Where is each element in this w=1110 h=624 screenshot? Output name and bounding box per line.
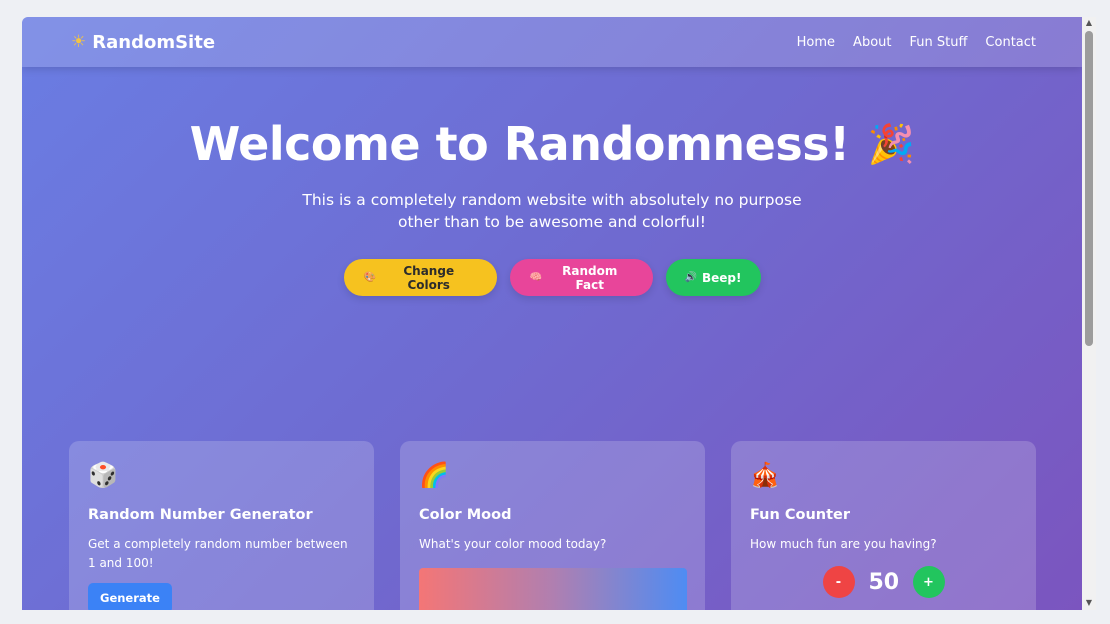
palette-icon: 🎨: [363, 272, 376, 283]
hero-title: Welcome to Randomness!: [189, 117, 851, 171]
random-fact-label: Random Fact: [562, 263, 618, 292]
hero-button-row: 🎨 Change Colors 🧠 Random Fact 🔊 Beep!: [22, 259, 1082, 296]
circus-tent-icon: 🎪: [750, 461, 780, 489]
scrollbar-thumb[interactable]: [1085, 31, 1093, 346]
card-color-mood: 🌈 Color Mood What's your color mood toda…: [400, 441, 705, 610]
generate-button[interactable]: Generate: [88, 583, 172, 610]
nav-links: Home About Fun Stuff Contact: [797, 35, 1036, 50]
counter-value: 50: [868, 569, 900, 595]
hero-section: Welcome to Randomness! 🎉 This is a compl…: [22, 117, 1082, 296]
dice-icon: 🎲: [88, 461, 118, 489]
brain-icon: 🧠: [529, 272, 542, 283]
hero-heading: Welcome to Randomness! 🎉: [190, 117, 915, 171]
nav-link-contact[interactable]: Contact: [985, 35, 1036, 50]
color-mood-swatch[interactable]: [419, 568, 687, 610]
brand-name: RandomSite: [92, 31, 216, 53]
nav-link-about[interactable]: About: [853, 35, 891, 50]
rainbow-icon: 🌈: [419, 461, 449, 489]
speaker-icon: 🔊: [684, 272, 697, 283]
increment-button[interactable]: +: [912, 566, 945, 598]
random-fact-button[interactable]: 🧠 Random Fact: [509, 259, 653, 296]
beep-label: Beep!: [701, 270, 742, 285]
beep-button[interactable]: 🔊 Beep!: [665, 259, 761, 296]
card-title: Fun Counter: [750, 507, 851, 523]
navbar: ☀ RandomSite Home About Fun Stuff Contac…: [22, 17, 1082, 67]
card-text: Get a completely random number between 1…: [88, 537, 348, 570]
card-fun-counter: 🎪 Fun Counter How much fun are you havin…: [731, 441, 1036, 610]
brand-logo[interactable]: ☀ RandomSite: [71, 32, 215, 53]
party-popper-icon: 🎉: [867, 121, 915, 166]
change-colors-button[interactable]: 🎨 Change Colors: [343, 259, 497, 296]
nav-link-fun-stuff[interactable]: Fun Stuff: [909, 35, 967, 50]
nav-link-home[interactable]: Home: [797, 35, 835, 50]
sun-icon: ☀: [71, 32, 87, 52]
card-text: How much fun are you having?: [750, 537, 937, 551]
browser-viewport: ☀ RandomSite Home About Fun Stuff Contac…: [22, 17, 1082, 610]
change-colors-label: Change Colors: [403, 263, 455, 292]
card-text: What's your color mood today?: [419, 537, 607, 551]
hero-subtitle: This is a completely random website with…: [302, 191, 802, 231]
fun-counter: - 50 +: [750, 566, 1017, 598]
card-title: Random Number Generator: [88, 507, 313, 523]
scroll-up-arrow-icon[interactable]: ▲: [1084, 18, 1094, 28]
decrement-button[interactable]: -: [822, 566, 855, 598]
scroll-down-arrow-icon[interactable]: ▼: [1084, 598, 1094, 608]
card-title: Color Mood: [419, 507, 512, 523]
card-random-number: 🎲 Random Number Generator Get a complete…: [69, 441, 374, 610]
